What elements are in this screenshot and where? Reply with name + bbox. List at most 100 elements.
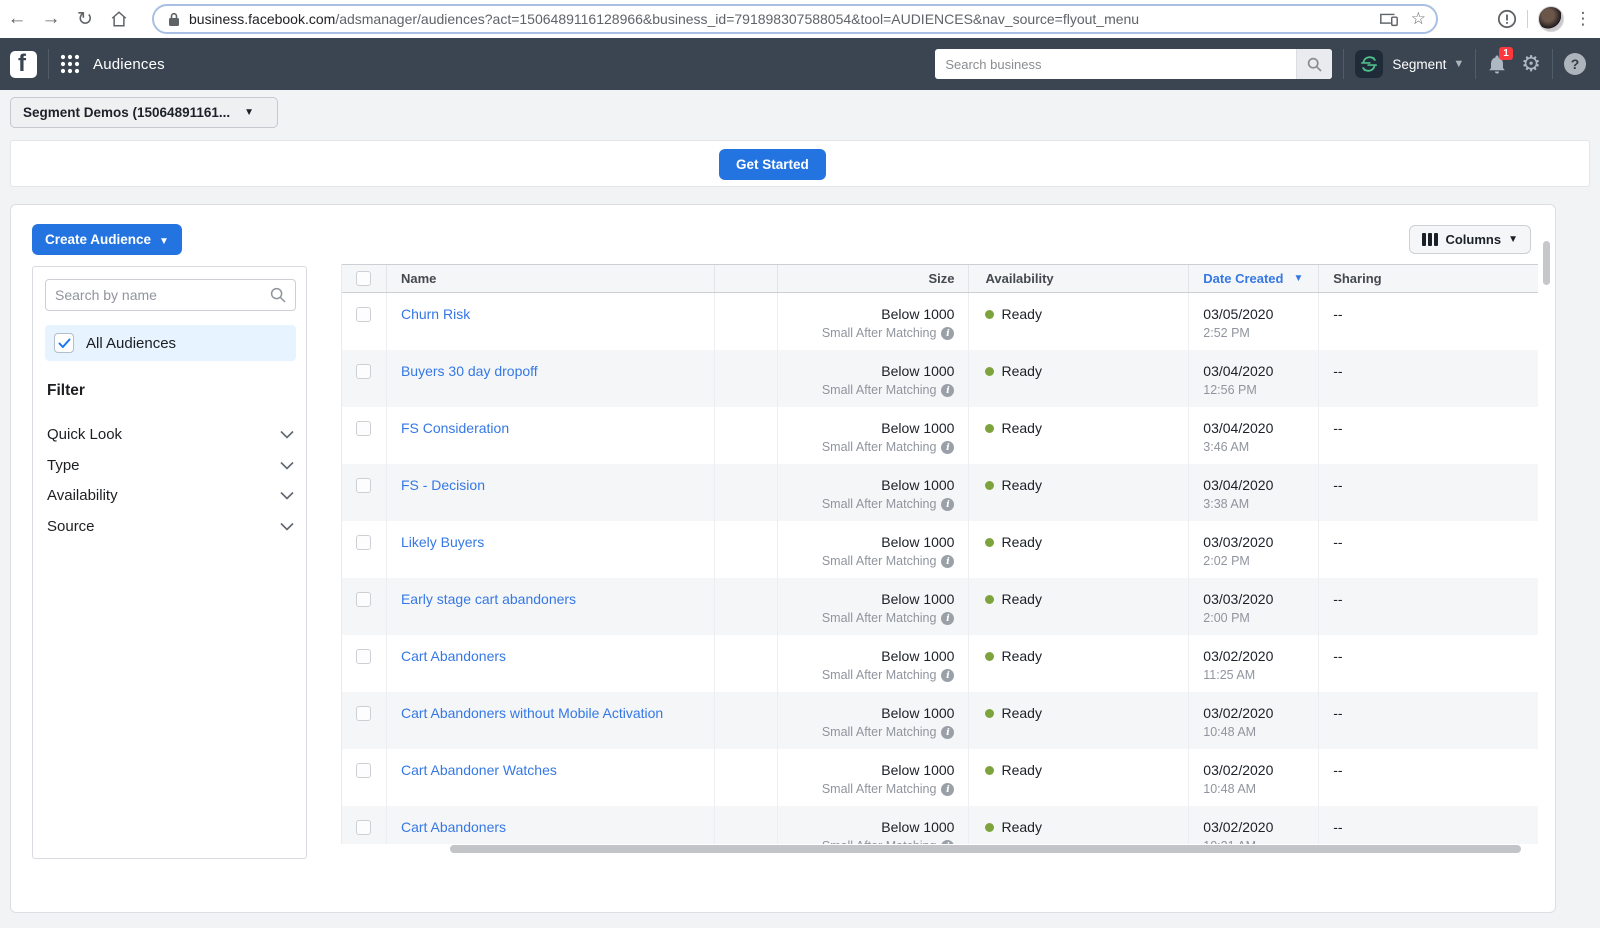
- vertical-scrollbar-thumb[interactable]: [1543, 241, 1550, 285]
- all-audiences-toggle[interactable]: All Audiences: [45, 325, 296, 361]
- horizontal-scrollbar-thumb[interactable]: [450, 845, 1521, 853]
- sharing-cell: --: [1319, 521, 1538, 578]
- all-audiences-label: All Audiences: [86, 335, 176, 352]
- back-icon[interactable]: ←: [0, 8, 34, 30]
- date-created-cell: 03/02/2020 10:48 AM: [1189, 692, 1319, 749]
- row-checkbox[interactable]: [356, 592, 371, 607]
- row-checkbox[interactable]: [356, 478, 371, 493]
- bookmark-star-icon[interactable]: ☆: [1411, 9, 1426, 29]
- column-header-size[interactable]: Size: [778, 265, 970, 292]
- info-icon[interactable]: i: [941, 669, 954, 682]
- filter-source[interactable]: Source: [47, 511, 294, 541]
- row-checkbox[interactable]: [356, 364, 371, 379]
- size-cell: Below 1000 Small After Matching i: [778, 749, 970, 806]
- create-audience-button[interactable]: Create Audience▼: [32, 224, 182, 255]
- size-cell: Below 1000 Small After Matching i: [778, 806, 970, 844]
- info-icon[interactable]: i: [941, 726, 954, 739]
- status-dot-icon: [985, 367, 994, 376]
- notification-badge: 1: [1499, 47, 1513, 60]
- info-icon[interactable]: i: [941, 384, 954, 397]
- business-name[interactable]: Segment: [1392, 57, 1446, 72]
- row-checkbox[interactable]: [356, 307, 371, 322]
- sort-caret-icon: ▼: [1293, 273, 1303, 284]
- refresh-icon[interactable]: ↻: [68, 8, 102, 31]
- availability-cell: Ready: [969, 635, 1189, 692]
- send-to-device-icon[interactable]: [1379, 11, 1399, 27]
- notifications-bell-icon[interactable]: 1: [1487, 54, 1507, 75]
- get-started-button[interactable]: Get Started: [719, 149, 826, 180]
- info-icon[interactable]: i: [941, 612, 954, 625]
- browser-profile-avatar[interactable]: [1538, 6, 1564, 32]
- audience-name-link[interactable]: Churn Risk: [401, 306, 470, 322]
- availability-cell: Ready: [969, 749, 1189, 806]
- info-icon[interactable]: i: [941, 783, 954, 796]
- filter-type[interactable]: Type: [47, 450, 294, 480]
- audience-name-link[interactable]: Likely Buyers: [401, 534, 484, 550]
- info-icon[interactable]: i: [941, 327, 954, 340]
- availability-value: Ready: [1001, 534, 1041, 550]
- audience-name-link[interactable]: Buyers 30 day dropoff: [401, 363, 538, 379]
- time-value: 2:00 PM: [1203, 611, 1304, 625]
- ad-account-selector[interactable]: Segment Demos (15064891161... ▼: [10, 97, 278, 128]
- column-header-availability[interactable]: Availability: [969, 265, 1189, 292]
- info-icon[interactable]: i: [941, 840, 954, 845]
- filter-label: Availability: [47, 487, 118, 504]
- info-icon[interactable]: i: [941, 498, 954, 511]
- business-search[interactable]: [935, 49, 1332, 79]
- column-header-date-created[interactable]: Date Created ▼: [1189, 265, 1319, 292]
- search-icon[interactable]: [1296, 49, 1332, 79]
- availability-value: Ready: [1001, 477, 1041, 493]
- extension-info-icon[interactable]: [1497, 9, 1517, 29]
- audience-name-link[interactable]: Cart Abandoners: [401, 648, 506, 664]
- column-header-name[interactable]: Name: [387, 265, 715, 292]
- facebook-logo[interactable]: f: [10, 51, 37, 78]
- date-value: 03/03/2020: [1203, 534, 1304, 550]
- audience-name-link[interactable]: FS Consideration: [401, 420, 509, 436]
- size-note: Small After Matching: [822, 440, 937, 454]
- row-checkbox[interactable]: [356, 706, 371, 721]
- table-row: Cart Abandoners Below 1000 Small After M…: [342, 635, 1538, 692]
- table-row: Likely Buyers Below 1000 Small After Mat…: [342, 521, 1538, 578]
- audience-name-link[interactable]: FS - Decision: [401, 477, 485, 493]
- forward-icon[interactable]: →: [34, 8, 68, 30]
- business-search-input[interactable]: [935, 57, 1296, 72]
- apps-grid-icon[interactable]: [60, 54, 80, 74]
- row-checkbox[interactable]: [356, 535, 371, 550]
- row-checkbox[interactable]: [356, 763, 371, 778]
- segment-logo[interactable]: [1355, 50, 1383, 78]
- filter-quick-look[interactable]: Quick Look: [47, 419, 294, 449]
- row-checkbox[interactable]: [356, 649, 371, 664]
- spacer-cell: [715, 806, 778, 844]
- address-bar[interactable]: business.facebook.com/adsmanager/audienc…: [152, 4, 1438, 34]
- filter-label: Source: [47, 518, 95, 535]
- audience-name-search[interactable]: [45, 279, 296, 311]
- columns-button[interactable]: Columns ▼: [1409, 225, 1531, 254]
- row-checkbox[interactable]: [356, 421, 371, 436]
- date-value: 03/02/2020: [1203, 762, 1304, 778]
- sharing-cell: --: [1319, 749, 1538, 806]
- settings-gear-icon[interactable]: ⚙: [1521, 53, 1541, 75]
- sharing-cell: --: [1319, 635, 1538, 692]
- size-value: Below 1000: [792, 819, 955, 835]
- select-all-checkbox[interactable]: [356, 271, 371, 286]
- column-header-sharing[interactable]: Sharing: [1319, 265, 1538, 292]
- checkbox-checked-icon[interactable]: [54, 333, 74, 353]
- name-search-input[interactable]: [55, 287, 270, 303]
- audience-name-link[interactable]: Cart Abandoners without Mobile Activatio…: [401, 705, 663, 721]
- filter-availability[interactable]: Availability: [47, 480, 294, 510]
- help-icon[interactable]: ?: [1564, 53, 1586, 75]
- size-value: Below 1000: [792, 363, 955, 379]
- date-value: 03/04/2020: [1203, 363, 1304, 379]
- sharing-cell: --: [1319, 350, 1538, 407]
- home-icon[interactable]: [102, 10, 136, 28]
- info-icon[interactable]: i: [941, 555, 954, 568]
- audience-name-link[interactable]: Cart Abandoner Watches: [401, 762, 557, 778]
- row-checkbox[interactable]: [356, 820, 371, 835]
- audience-name-link[interactable]: Cart Abandoners: [401, 819, 506, 835]
- browser-menu-icon[interactable]: ⋮: [1574, 9, 1592, 29]
- audience-name-link[interactable]: Early stage cart abandoners: [401, 591, 576, 607]
- size-value: Below 1000: [792, 420, 955, 436]
- info-icon[interactable]: i: [941, 441, 954, 454]
- date-created-cell: 03/03/2020 2:02 PM: [1189, 521, 1319, 578]
- chevron-down-icon[interactable]: ▼: [1453, 58, 1464, 70]
